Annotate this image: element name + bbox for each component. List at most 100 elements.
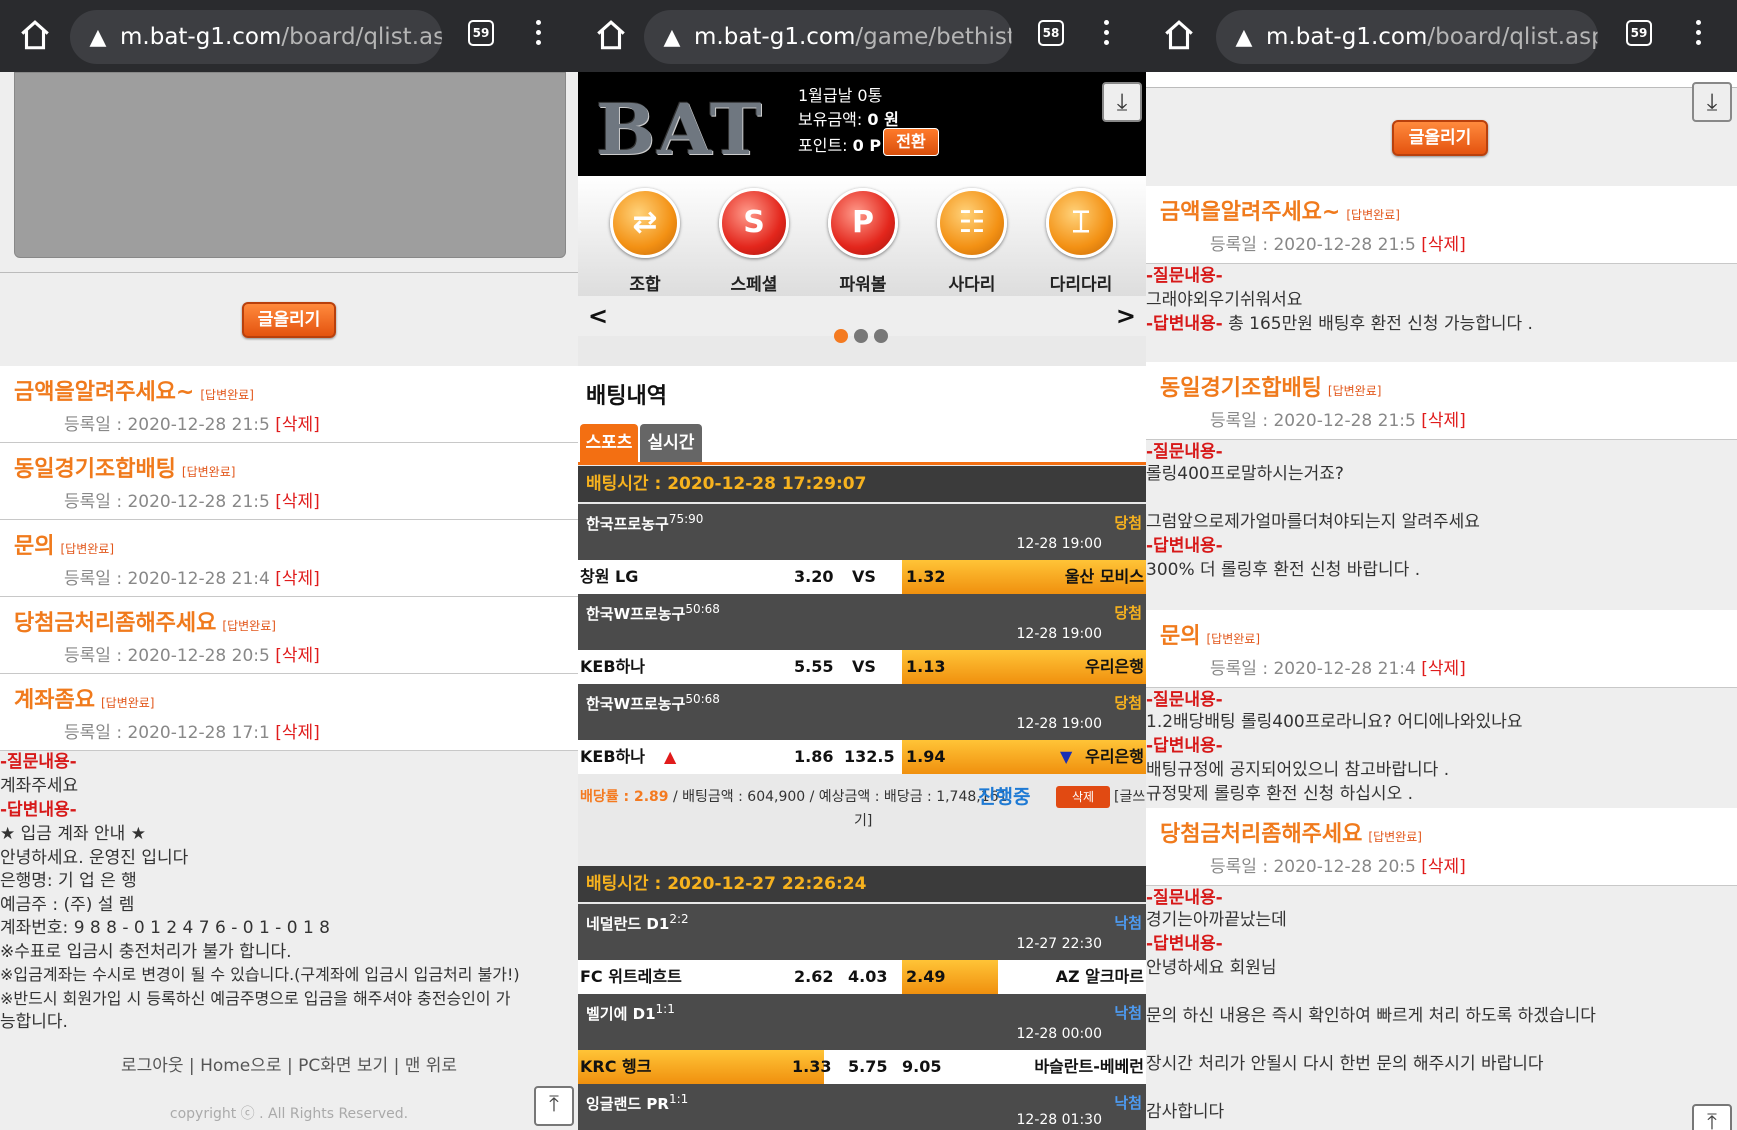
write-post-button[interactable]: 글올리기 bbox=[242, 302, 336, 338]
carousel-dot[interactable] bbox=[874, 329, 888, 343]
result-badge: 낙첨 bbox=[1114, 1004, 1142, 1022]
question-text: 계좌주세요 bbox=[0, 776, 79, 796]
next-arrow-icon[interactable]: > bbox=[1116, 302, 1136, 330]
question-date: 등록일 : 2020-12-28 17:1 [삭제] bbox=[64, 723, 320, 743]
panel-qlist-right: ▲ m.bat-g1.com/board/qlist.asp 59 ⤓ 글올리기 … bbox=[1146, 0, 1737, 1130]
prev-arrow-icon[interactable]: < bbox=[588, 302, 608, 330]
delete-link[interactable]: [삭제] bbox=[1421, 411, 1466, 431]
scroll-top-icon[interactable]: ⤒ bbox=[534, 1086, 574, 1126]
delete-link[interactable]: [삭제] bbox=[1421, 235, 1466, 255]
answer-row: -답변내용- 총 165만원 배팅후 환전 신청 가능합니다 . bbox=[1146, 314, 1533, 334]
odds-row: 창원 LG 3.20 VS 1.32 울산 모비스 bbox=[578, 560, 1146, 594]
delete-link[interactable]: [삭제] bbox=[1421, 857, 1466, 877]
answer-label: -답변내용- bbox=[1146, 736, 1223, 756]
tab-count-icon[interactable]: 59 bbox=[1626, 20, 1652, 46]
delete-link[interactable]: [삭제] bbox=[275, 569, 320, 589]
question-text: 그래야외우기쉬워서요 bbox=[1146, 290, 1303, 310]
list-item[interactable]: 동일경기조합배팅 [답변완료] 등록일 : 2020-12-28 21:5 [삭제… bbox=[1146, 362, 1737, 440]
tab-count-icon[interactable]: 59 bbox=[468, 20, 494, 46]
answer-line: ※수표로 입금시 충전처리가 불가 합니다. bbox=[0, 942, 292, 962]
delete-button[interactable]: 삭제 bbox=[1056, 786, 1110, 808]
delete-link[interactable]: [삭제] bbox=[1421, 659, 1466, 679]
list-item[interactable]: 문의 [답변완료] 등록일 : 2020-12-28 21:4 [삭제] bbox=[1146, 610, 1737, 688]
question-title[interactable]: 계좌좀요 [답변완료] bbox=[14, 682, 155, 714]
game-label[interactable]: 조합 bbox=[600, 270, 690, 295]
write-post-button[interactable]: 글올리기 bbox=[1392, 120, 1488, 156]
question-title[interactable]: 당첨금처리좀해주세요 [답변완료] bbox=[1160, 816, 1422, 848]
list-item[interactable]: 당첨금처리좀해주세요 [답변완료] 등록일 : 2020-12-28 20:5 [… bbox=[1146, 808, 1737, 886]
bridge-icon[interactable]: ⌶ bbox=[1046, 188, 1116, 258]
banner-image bbox=[14, 72, 566, 258]
delete-link[interactable]: [삭제] bbox=[275, 415, 320, 435]
home-icon[interactable] bbox=[594, 18, 628, 52]
list-item[interactable]: 당첨금처리좀해주세요 [답변완료] 등록일 : 2020-12-28 20:5 [… bbox=[0, 597, 578, 674]
answer-line: 능합니다. bbox=[0, 1012, 68, 1032]
bet-status: 진행중 bbox=[978, 786, 1031, 808]
answer-text: 규정맞제 롤링후 환전 신청 하십시오 . bbox=[1146, 784, 1414, 804]
list-item[interactable]: 문의 [답변완료] 등록일 : 2020-12-28 21:4 [삭제] bbox=[0, 520, 578, 597]
answer-line: 예금주 : (주) 설 렘 bbox=[0, 895, 135, 915]
question-date: 등록일 : 2020-12-28 20:5 [삭제] bbox=[64, 646, 320, 666]
question-title[interactable]: 문의 [답변완료] bbox=[14, 528, 114, 560]
delete-link[interactable]: [삭제] bbox=[275, 646, 320, 666]
answer-text: 문의 하신 내용은 즉시 확인하여 빠르게 처리 하도록 하겠습니다 bbox=[1146, 1006, 1596, 1026]
question-title[interactable]: 동일경기조합배팅 [답변완료] bbox=[1160, 370, 1381, 402]
footer-links[interactable]: 로그아웃 | Home으로 | PC화면 보기 | 맨 위로 bbox=[0, 1051, 578, 1076]
question-date: 등록일 : 2020-12-28 21:4 [삭제] bbox=[64, 569, 320, 589]
delete-link[interactable]: [삭제] bbox=[275, 723, 320, 743]
special-s-icon[interactable]: S bbox=[719, 188, 789, 258]
game-label[interactable]: 사다리 bbox=[927, 270, 1017, 295]
home-icon[interactable] bbox=[18, 18, 52, 52]
ladder-icon[interactable]: ☷ bbox=[937, 188, 1007, 258]
panel-bet-history: ▲m.bat-g1.com/game/bethistor 58 BAT 1월급날… bbox=[578, 0, 1146, 1130]
game-label[interactable]: 스페셜 bbox=[709, 270, 799, 295]
match-info: 네덜란드 D12:2 낙첨 12-27 22:30 bbox=[578, 904, 1146, 960]
tab-sports[interactable]: 스포츠 bbox=[580, 424, 638, 464]
copyright: copyright ⓒ . All Rights Reserved. bbox=[169, 1106, 409, 1122]
section-title: 배팅내역 bbox=[586, 384, 667, 409]
powerball-p-icon[interactable]: P bbox=[828, 188, 898, 258]
url-field[interactable]: ▲ m.bat-g1.com/board/qlist.asp bbox=[1216, 10, 1598, 64]
result-badge: 당첨 bbox=[1114, 514, 1142, 532]
carousel-dot[interactable] bbox=[854, 329, 868, 343]
write-post-link[interactable]: [글쓰 bbox=[1114, 786, 1146, 806]
answer-text: 감사합니다 bbox=[1146, 1102, 1225, 1122]
tab-count-icon[interactable]: 58 bbox=[1038, 20, 1064, 46]
question-title[interactable]: 동일경기조합배팅 [답변완료] bbox=[14, 451, 235, 483]
answer-line: ※입금계좌는 수시로 변경이 될 수 있습니다.(구계좌에 입금시 입금처리 불… bbox=[0, 965, 520, 984]
shuffle-icon[interactable]: ⇄ bbox=[610, 188, 680, 258]
download-icon[interactable]: ⤓ bbox=[1102, 82, 1142, 122]
answer-line: 계좌번호: 9 8 8 - 0 1 2 4 7 6 - 0 1 - 0 1 8 bbox=[0, 918, 330, 938]
list-item[interactable]: 금액을알려주세요~ [답변완료] 등록일 : 2020-12-28 21:5 [삭… bbox=[1146, 186, 1737, 264]
question-date: 등록일 : 2020-12-28 21:5 [삭제] bbox=[1210, 411, 1466, 431]
warning-icon: ▲ bbox=[663, 25, 681, 50]
game-menu: ⇄ S P ☷ ⌶ 조합 스페셜 파워볼 사다리 다리다리 bbox=[578, 176, 1146, 296]
question-title[interactable]: 금액을알려주세요~ [답변완료] bbox=[14, 374, 254, 406]
download-icon[interactable]: ⤓ bbox=[1692, 82, 1732, 122]
convert-button[interactable]: 전환 bbox=[883, 128, 939, 156]
game-label[interactable]: 다리다리 bbox=[1036, 270, 1126, 295]
question-text: 1.2배당배팅 롤링400프로라니요? 어디에나와있나요 bbox=[1146, 712, 1523, 732]
delete-link[interactable]: [삭제] bbox=[275, 492, 320, 512]
question-title[interactable]: 금액을알려주세요~ [답변완료] bbox=[1160, 194, 1400, 226]
more-menu-icon[interactable] bbox=[1104, 20, 1110, 50]
home-icon[interactable] bbox=[1162, 18, 1196, 52]
more-menu-icon[interactable] bbox=[1696, 20, 1702, 50]
scroll-top-icon[interactable]: ⤒ bbox=[1692, 1104, 1732, 1130]
question-title[interactable]: 당첨금처리좀해주세요 [답변완료] bbox=[14, 605, 276, 637]
answer-line: ※반드시 회원가입 시 등록하신 예금주명으로 입금을 해주셔야 충전승인이 가 bbox=[0, 989, 511, 1008]
list-item[interactable]: 동일경기조합배팅 [답변완료] 등록일 : 2020-12-28 21:5 [삭제… bbox=[0, 443, 578, 520]
site-logo[interactable]: BAT bbox=[596, 88, 764, 171]
carousel-dot[interactable] bbox=[834, 329, 848, 343]
odds-row: KEB하나 5.55 VS 1.13 우리은행 bbox=[578, 650, 1146, 684]
question-text: 경기는아까끝났는데 bbox=[1146, 910, 1287, 930]
url-field[interactable]: ▲m.bat-g1.com/game/bethistor bbox=[644, 10, 1012, 64]
question-title[interactable]: 문의 [답변완료] bbox=[1160, 618, 1260, 650]
url-field[interactable]: ▲ m.bat-g1.com/board/qlist.asp bbox=[70, 10, 442, 64]
list-item[interactable]: 금액을알려주세요~ [답변완료] 등록일 : 2020-12-28 21:5 [삭… bbox=[0, 366, 578, 443]
warning-icon: ▲ bbox=[89, 25, 107, 50]
list-item[interactable]: 계좌좀요 [답변완료] 등록일 : 2020-12-28 17:1 [삭제] bbox=[0, 674, 578, 751]
more-menu-icon[interactable] bbox=[536, 20, 542, 50]
tab-live[interactable]: 실시간 bbox=[640, 424, 702, 464]
game-label[interactable]: 파워볼 bbox=[818, 270, 908, 295]
